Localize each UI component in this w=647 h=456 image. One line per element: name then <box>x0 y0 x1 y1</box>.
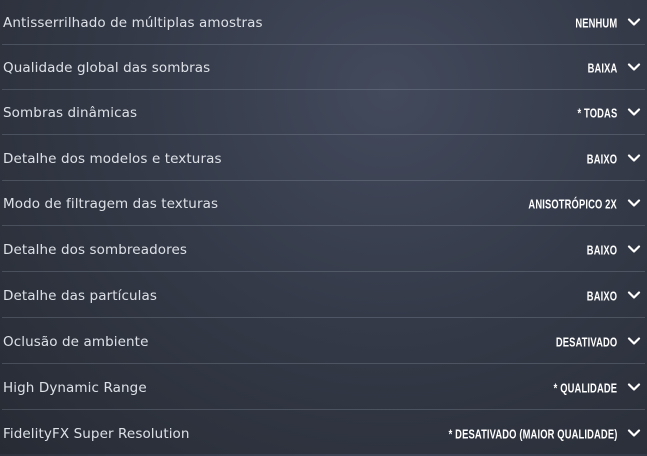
setting-dropdown-multisample-antialiasing[interactable]: NENHUM <box>559 15 641 30</box>
setting-row-dynamic-shadows: Sombras dinâmicas * TODAS <box>0 90 647 135</box>
chevron-down-icon <box>627 108 641 118</box>
chevron-down-icon <box>627 154 641 164</box>
chevron-down-icon <box>627 199 641 209</box>
setting-label: Detalhe dos modelos e texturas <box>3 150 222 167</box>
setting-row-ambient-occlusion: Oclusão de ambiente DESATIVADO <box>0 319 647 364</box>
setting-value: ANISOTRÓPICO 2X <box>528 196 617 211</box>
setting-row-fidelityfx-super-resolution: FidelityFX Super Resolution * DESATIVADO… <box>0 411 647 456</box>
setting-value: BAIXO <box>586 288 617 303</box>
setting-value: DESATIVADO <box>555 334 617 349</box>
setting-value: NENHUM <box>575 15 617 30</box>
chevron-down-icon <box>627 429 641 439</box>
setting-dropdown-texture-filtering-mode[interactable]: ANISOTRÓPICO 2X <box>494 196 641 211</box>
setting-value: BAIXO <box>586 151 617 166</box>
setting-row-model-texture-detail: Detalhe dos modelos e texturas BAIXO <box>0 136 647 181</box>
setting-row-high-dynamic-range: High Dynamic Range * QUALIDADE <box>0 365 647 410</box>
setting-row-multisample-antialiasing: Antisserrilhado de múltiplas amostras NE… <box>0 0 647 45</box>
setting-row-global-shadow-quality: Qualidade global das sombras BAIXA <box>0 45 647 90</box>
setting-label: Detalhe dos sombreadores <box>3 241 187 258</box>
setting-value: * QUALIDADE <box>553 380 617 395</box>
setting-label: Antisserrilhado de múltiplas amostras <box>3 14 263 31</box>
row-divider <box>2 134 645 135</box>
setting-label: FidelityFX Super Resolution <box>3 425 190 442</box>
setting-dropdown-dynamic-shadows[interactable]: * TODAS <box>562 105 641 120</box>
setting-row-shader-detail: Detalhe dos sombreadores BAIXO <box>0 227 647 272</box>
video-settings-list: Antisserrilhado de múltiplas amostras NE… <box>0 0 647 454</box>
setting-dropdown-fidelityfx-super-resolution[interactable]: * DESATIVADO (MAIOR QUALIDADE) <box>383 426 641 441</box>
setting-label: Sombras dinâmicas <box>3 104 138 121</box>
setting-label: Modo de filtragem das texturas <box>3 195 219 212</box>
setting-value: BAIXA <box>587 60 617 75</box>
setting-dropdown-ambient-occlusion[interactable]: DESATIVADO <box>532 334 641 349</box>
setting-value: * TODAS <box>577 105 617 120</box>
chevron-down-icon <box>627 291 641 301</box>
setting-dropdown-global-shadow-quality[interactable]: BAIXA <box>576 60 641 75</box>
chevron-down-icon <box>627 245 641 255</box>
setting-value: BAIXO <box>586 242 617 257</box>
setting-label: Oclusão de ambiente <box>3 333 149 350</box>
row-divider <box>2 317 645 318</box>
chevron-down-icon <box>627 337 641 347</box>
setting-row-texture-filtering-mode: Modo de filtragem das texturas ANISOTRÓP… <box>0 181 647 226</box>
setting-dropdown-high-dynamic-range[interactable]: * QUALIDADE <box>529 380 641 395</box>
setting-label: Qualidade global das sombras <box>3 59 211 76</box>
row-divider <box>2 225 645 226</box>
row-divider <box>2 409 645 410</box>
row-divider <box>2 363 645 364</box>
chevron-down-icon <box>627 63 641 73</box>
setting-dropdown-shader-detail[interactable]: BAIXO <box>575 242 641 257</box>
setting-value: * DESATIVADO (MAIOR QUALIDADE) <box>448 426 617 441</box>
setting-label: High Dynamic Range <box>3 379 147 396</box>
setting-row-particle-detail: Detalhe das partículas BAIXO <box>0 273 647 318</box>
chevron-down-icon <box>627 18 641 28</box>
chevron-down-icon <box>627 383 641 393</box>
setting-label: Detalhe das partículas <box>3 287 158 304</box>
setting-dropdown-model-texture-detail[interactable]: BAIXO <box>575 151 641 166</box>
setting-dropdown-particle-detail[interactable]: BAIXO <box>575 288 641 303</box>
row-divider <box>2 271 645 272</box>
